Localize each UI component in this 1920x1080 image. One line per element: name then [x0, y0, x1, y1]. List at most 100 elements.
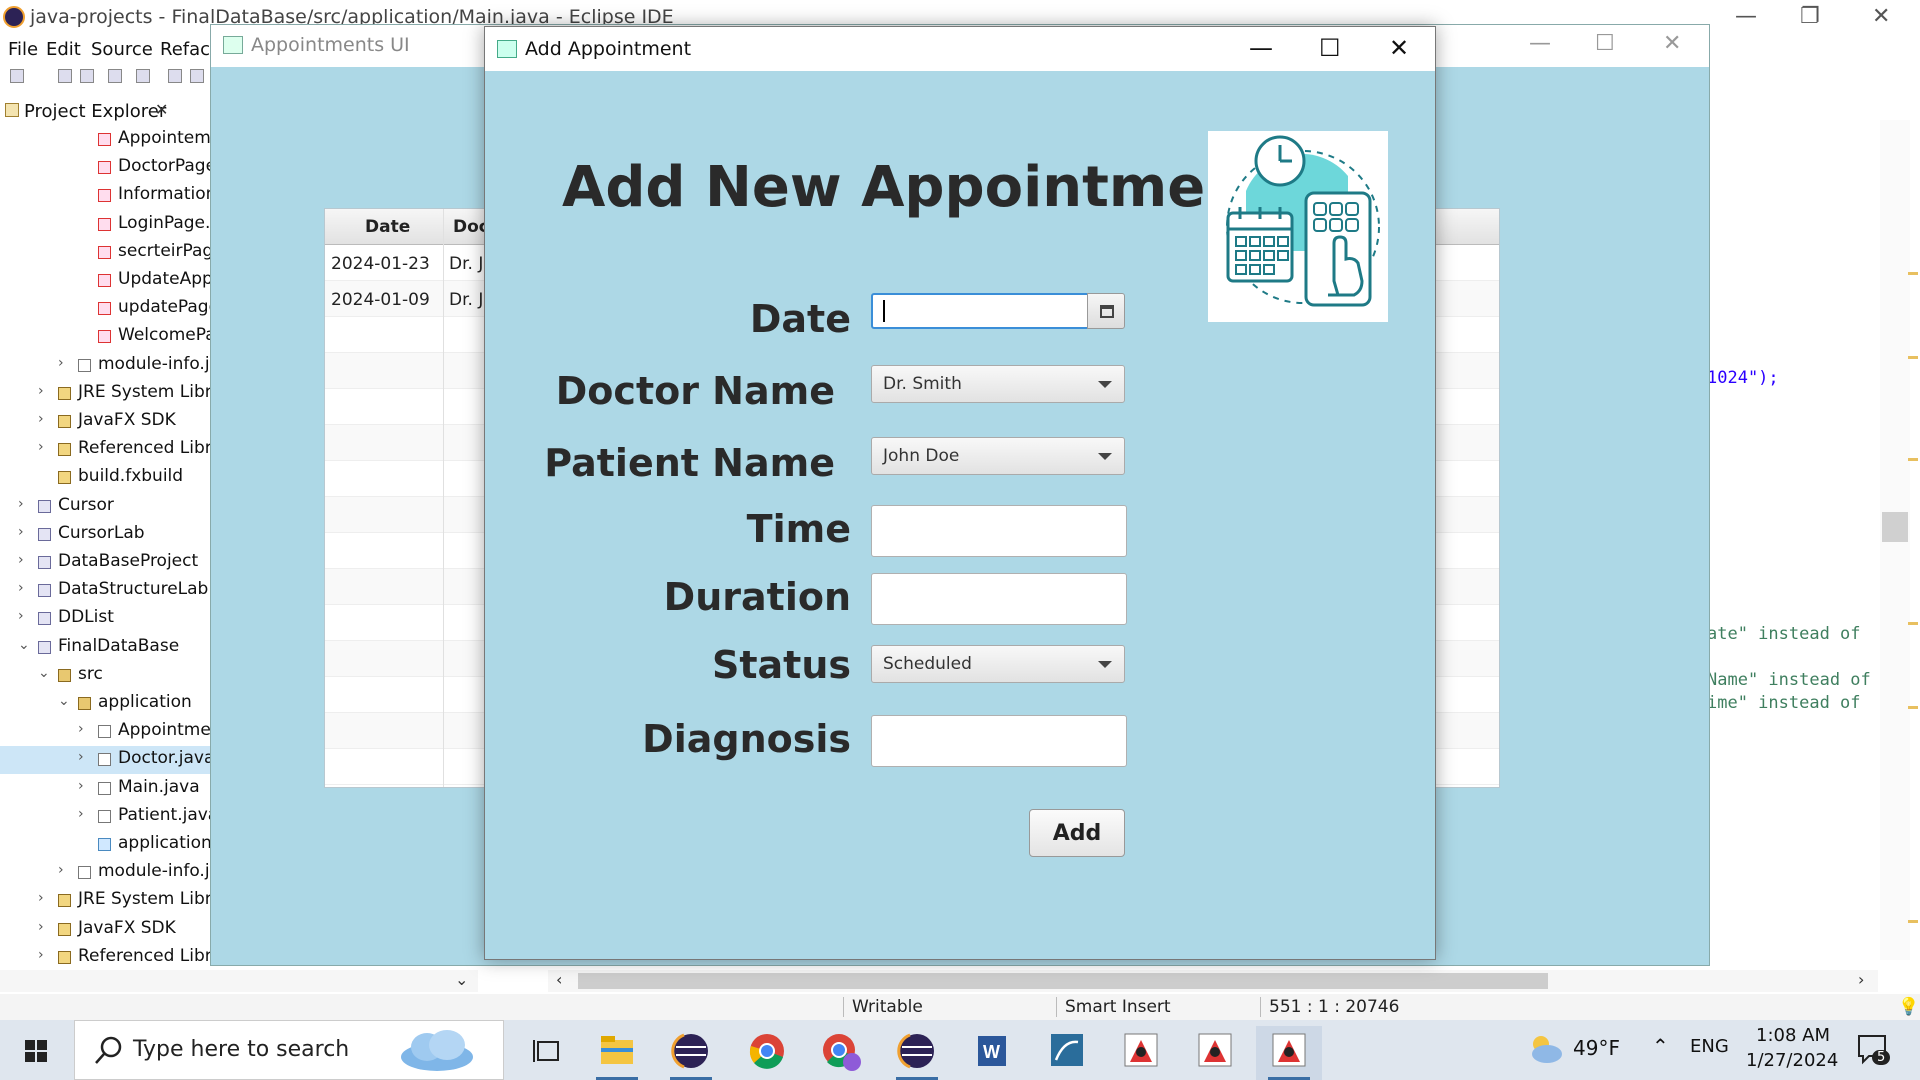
minimize-icon[interactable]: — — [1529, 31, 1551, 56]
tree-item[interactable]: › JRE System Librar — [0, 380, 210, 408]
tree-item[interactable]: › JavaFX SDK — [0, 916, 210, 944]
chevron-down-icon[interactable]: ⌄ — [38, 665, 50, 681]
debug-icon[interactable] — [190, 69, 204, 83]
terminal-icon[interactable] — [108, 69, 122, 83]
minimize-icon[interactable]: — — [1249, 34, 1273, 62]
project-explorer-tab[interactable]: Project Explorer ✕ — [0, 98, 210, 124]
chevron-right-icon[interactable]: › — [1858, 970, 1864, 989]
tree-item[interactable]: › JavaFX SDK — [0, 408, 210, 436]
tree-item[interactable]: › DataStructureLab — [0, 577, 210, 605]
scrollbar-thumb[interactable] — [578, 973, 1548, 989]
doctor-name-select[interactable]: Dr. Smith — [871, 365, 1125, 403]
tree-item[interactable]: Information — [0, 182, 210, 210]
save-all-icon[interactable] — [80, 69, 94, 83]
mysql-taskbar-button[interactable] — [1034, 1026, 1100, 1080]
overview-marker[interactable] — [1908, 458, 1918, 461]
overview-marker[interactable] — [1908, 920, 1918, 923]
tree-item[interactable]: › DDList — [0, 605, 210, 633]
editor-horizontal-scrollbar[interactable]: ‹ › — [548, 970, 1878, 992]
tree-item[interactable]: › DataBaseProject — [0, 549, 210, 577]
tree-item[interactable]: WelcomePa — [0, 323, 210, 351]
chrome-taskbar-button[interactable] — [734, 1026, 800, 1080]
menu-edit[interactable]: Edit — [46, 39, 81, 60]
chevron-down-icon[interactable]: ⌄ — [58, 693, 70, 709]
eclipse-minimize-icon[interactable]: — — [1735, 4, 1757, 29]
java-app-taskbar-button-3[interactable] — [1256, 1026, 1322, 1080]
tree-item[interactable]: ⌄ application — [0, 690, 210, 718]
tree-item[interactable]: › Doctor.java — [0, 746, 210, 775]
chevron-right-icon[interactable]: › — [78, 721, 84, 737]
java-app-taskbar-button-1[interactable] — [1108, 1026, 1174, 1080]
chevron-right-icon[interactable]: › — [18, 524, 24, 540]
diagnosis-input[interactable] — [871, 715, 1127, 767]
java-app-taskbar-button-2[interactable] — [1182, 1026, 1248, 1080]
close-icon[interactable]: ✕ — [1389, 34, 1409, 62]
explorer-horizontal-scrollbar[interactable]: ⌄ — [0, 970, 478, 992]
tree-item[interactable]: Appointem — [0, 126, 210, 154]
tree-item[interactable]: UpdateApp — [0, 267, 210, 295]
menu-source[interactable]: Source — [91, 39, 153, 60]
chevron-right-icon[interactable]: › — [78, 806, 84, 822]
chevron-right-icon[interactable]: › — [78, 778, 84, 794]
overview-marker[interactable] — [1908, 706, 1918, 709]
code-editor[interactable]: 1024"); ate" instead of Name" instead of… — [1700, 120, 1880, 960]
tree-item[interactable]: › Referenced Librar — [0, 436, 210, 464]
file-explorer-button[interactable] — [584, 1026, 650, 1080]
skip-icon[interactable] — [136, 69, 150, 83]
chevron-right-icon[interactable]: › — [18, 496, 24, 512]
chevron-left-icon[interactable]: ‹ — [556, 970, 562, 989]
date-picker-input[interactable] — [871, 293, 1123, 329]
tree-item[interactable]: LoginPage.f — [0, 211, 210, 239]
duration-input[interactable] — [871, 573, 1127, 625]
tree-item[interactable]: ⌄ FinalDataBase — [0, 634, 210, 662]
time-input[interactable] — [871, 505, 1127, 557]
close-icon[interactable]: ✕ — [1663, 31, 1681, 56]
tree-item[interactable]: secrteirPage — [0, 239, 210, 267]
overview-marker[interactable] — [1908, 622, 1918, 625]
chevron-right-icon[interactable]: › — [78, 749, 84, 765]
chevron-right-icon[interactable]: › — [38, 947, 44, 963]
run-icon[interactable] — [168, 69, 182, 83]
tree-item[interactable]: ⌄ src — [0, 662, 210, 690]
chevron-right-icon[interactable]: › — [38, 439, 44, 455]
weather-temperature[interactable]: 49°F — [1573, 1036, 1620, 1060]
new-icon[interactable] — [10, 69, 24, 83]
tree-item[interactable]: DoctorPage — [0, 154, 210, 182]
tree-item[interactable]: › Main.java — [0, 775, 210, 803]
chevron-right-icon[interactable]: › — [38, 919, 44, 935]
chevron-right-icon[interactable]: › — [18, 552, 24, 568]
chevron-down-icon[interactable]: ⌄ — [455, 970, 468, 989]
patient-name-select[interactable]: John Doe — [871, 437, 1125, 475]
add-button[interactable]: Add — [1029, 809, 1125, 857]
tree-item[interactable]: build.fxbuild — [0, 464, 210, 492]
tree-item[interactable]: › Patient.java — [0, 803, 210, 831]
scrollbar-thumb[interactable] — [1882, 512, 1908, 542]
eclipse-taskbar-button[interactable] — [658, 1026, 724, 1080]
tree-item[interactable]: › Cursor — [0, 493, 210, 521]
chrome-profile-taskbar-button[interactable] — [808, 1026, 874, 1080]
start-button[interactable] — [0, 1020, 72, 1080]
overview-marker[interactable] — [1908, 356, 1918, 359]
save-icon[interactable] — [58, 69, 72, 83]
tree-item[interactable]: › module-info.ja — [0, 352, 210, 380]
clock-time[interactable]: 1:08 AM — [1756, 1025, 1830, 1046]
clock-date[interactable]: 1/27/2024 — [1746, 1050, 1838, 1071]
tree-item[interactable]: › JRE System Librar — [0, 887, 210, 915]
word-taskbar-button[interactable]: W — [958, 1026, 1024, 1080]
chevron-right-icon[interactable]: › — [18, 608, 24, 624]
taskbar-search[interactable]: Type here to search — [74, 1020, 504, 1080]
chevron-up-icon[interactable]: ⌃ — [1652, 1034, 1669, 1058]
chevron-down-icon[interactable]: ⌄ — [18, 637, 30, 653]
column-header-date[interactable]: Date — [365, 217, 410, 237]
eclipse-second-taskbar-button[interactable] — [884, 1026, 950, 1080]
chevron-right-icon[interactable]: › — [38, 383, 44, 399]
lightbulb-icon[interactable]: 💡 — [1898, 997, 1919, 1017]
chevron-right-icon[interactable]: › — [38, 411, 44, 427]
chevron-right-icon[interactable]: › — [38, 890, 44, 906]
editor-vertical-scrollbar[interactable] — [1880, 120, 1910, 960]
chevron-right-icon[interactable]: › — [58, 862, 64, 878]
chevron-right-icon[interactable]: › — [58, 355, 64, 371]
eclipse-close-icon[interactable]: ✕ — [1872, 4, 1890, 29]
overview-marker[interactable] — [1908, 272, 1918, 275]
tree-item[interactable]: › Appointme — [0, 718, 210, 746]
